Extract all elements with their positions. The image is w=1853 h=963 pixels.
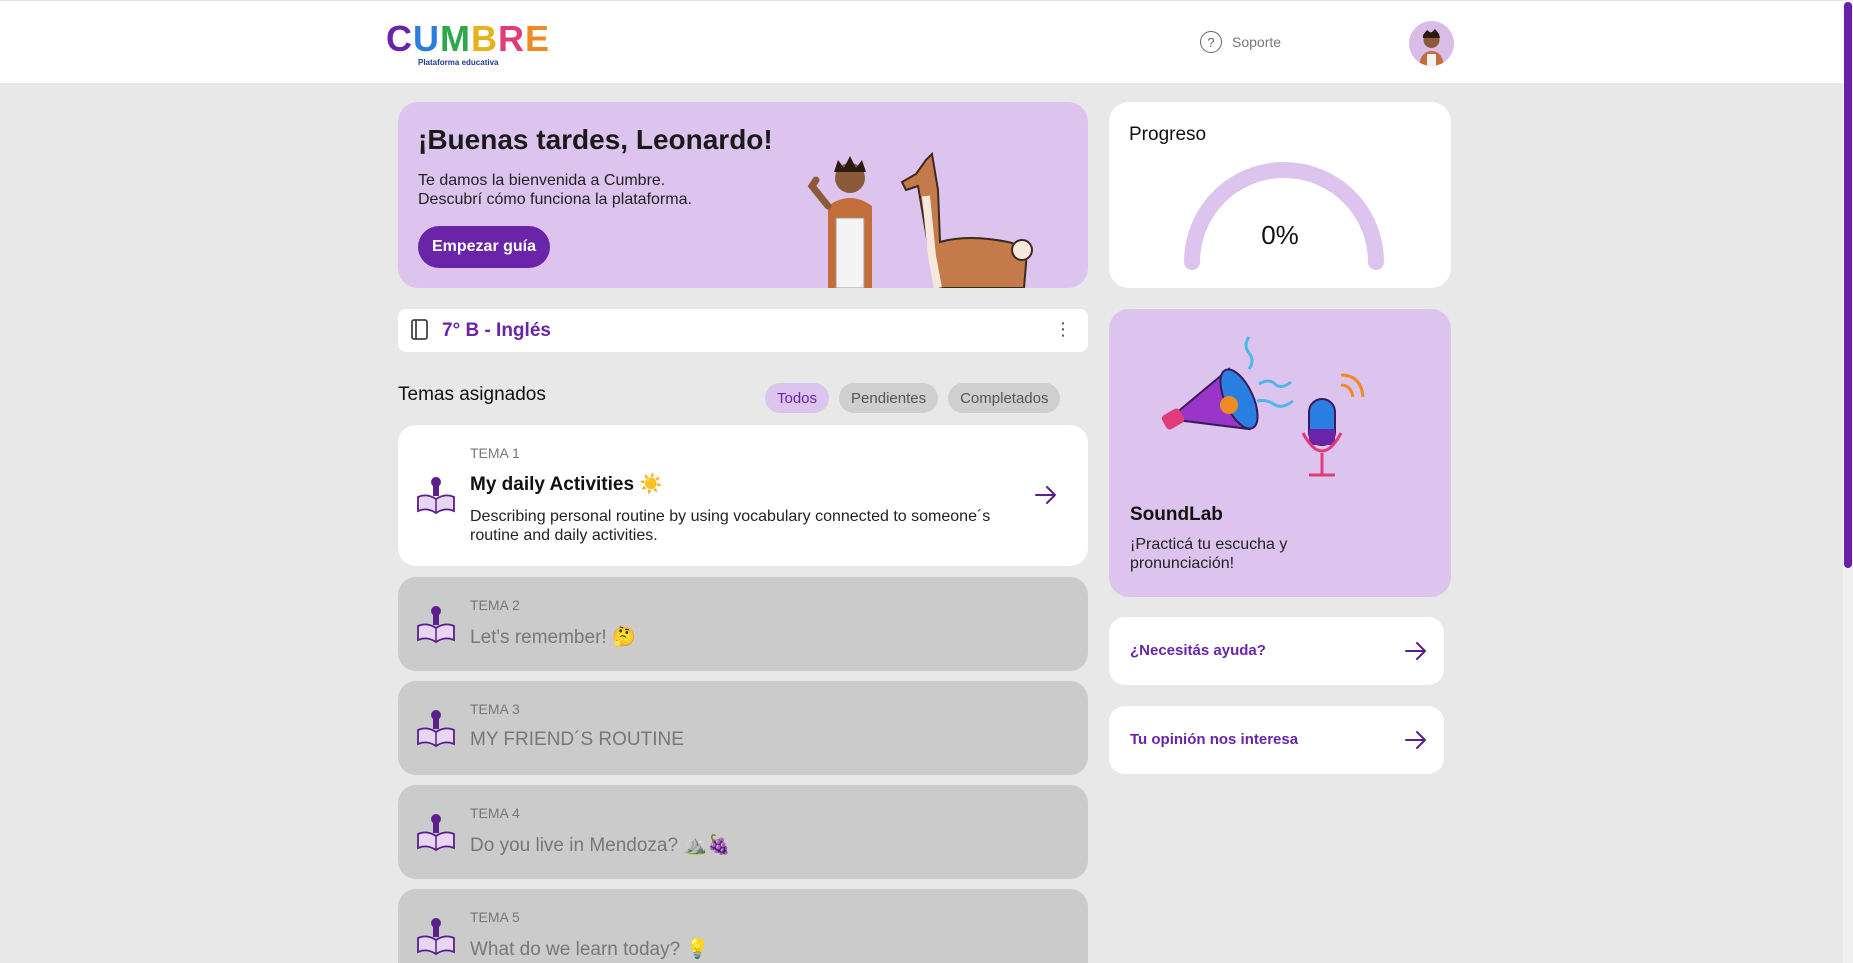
question-icon: ? <box>1200 31 1222 53</box>
logo-letter: E <box>525 18 551 59</box>
help-link-card[interactable]: ¿Necesitás ayuda? <box>1109 617 1444 685</box>
user-avatar-icon <box>1419 29 1444 66</box>
cumbre-logo[interactable]: C U M B R E Plataforma educativa <box>386 21 550 68</box>
filter-all[interactable]: Todos <box>765 383 830 413</box>
topic-card[interactable]: TEMA 2 Let's remember! 🤔 <box>398 577 1088 671</box>
reading-book-icon <box>417 710 455 748</box>
topic-card[interactable]: TEMA 4 Do you live in Mendoza? ⛰️🍇 <box>398 785 1088 879</box>
support-label: Soporte <box>1232 34 1282 50</box>
reading-book-icon <box>417 606 455 644</box>
megaphone-microphone-illustration <box>1161 336 1365 477</box>
topic-card[interactable]: TEMA 5 What do we learn today? 💡 <box>398 889 1088 963</box>
class-label: 7° B - Inglés <box>442 320 551 341</box>
more-options-icon[interactable]: ⋮ <box>1054 319 1072 340</box>
topic-number: TEMA 1 <box>470 445 520 461</box>
progress-title: Progreso <box>1129 124 1207 145</box>
welcome-text-2: Descubrí cómo funciona la plataforma. <box>418 191 692 208</box>
avatar[interactable] <box>1409 21 1454 66</box>
soundlab-text-2: pronunciación! <box>1130 555 1235 572</box>
topic-name: What do we learn today? 💡 <box>470 939 710 960</box>
top-bar: C U M B R E Plataforma educativa ? Sopor… <box>0 0 1843 83</box>
topic-number: TEMA 3 <box>470 701 520 717</box>
logo-letter: M <box>440 18 471 59</box>
arrow-right-icon <box>1405 642 1426 660</box>
help-link-label: ¿Necesitás ayuda? <box>1130 642 1266 659</box>
topic-description: Describing personal routine by using voc… <box>470 508 991 544</box>
scrollbar-thumb[interactable] <box>1844 2 1852 568</box>
welcome-illustration <box>807 151 1033 288</box>
start-guide-button[interactable]: Empezar guía <box>418 226 550 268</box>
reading-book-icon <box>417 918 455 956</box>
reading-book-icon <box>417 814 455 852</box>
book-icon <box>411 319 428 340</box>
logo-letter: R <box>498 18 525 59</box>
page-scrollbar[interactable] <box>1843 0 1853 963</box>
soundlab-card[interactable]: SoundLab ¡Practicá tu escucha y pronunci… <box>1109 309 1451 597</box>
logo-letter: B <box>471 18 498 59</box>
soundlab-text-1: ¡Practicá tu escucha y <box>1130 536 1288 553</box>
feedback-link-card[interactable]: Tu opinión nos interesa <box>1109 706 1444 774</box>
progress-card: Progreso 0% <box>1109 102 1451 288</box>
assigned-topics-title: Temas asignados <box>398 384 546 405</box>
logo-word: C U M B R E <box>386 21 550 57</box>
topic-name: MY FRIEND´S ROUTINE <box>470 729 684 750</box>
welcome-banner: ¡Buenas tardes, Leonardo! Te damos la bi… <box>398 102 1088 288</box>
topic-name: Do you live in Mendoza? ⛰️🍇 <box>470 835 731 856</box>
topic-name: Let's remember! 🤔 <box>470 627 636 648</box>
filter-pending[interactable]: Pendientes <box>839 383 939 413</box>
topic-card[interactable]: TEMA 3 MY FRIEND´S ROUTINE <box>398 681 1088 775</box>
logo-subtitle: Plataforma educativa <box>418 58 499 67</box>
welcome-text-1: Te damos la bienvenida a Cumbre. <box>418 172 666 189</box>
logo-letter: U <box>413 18 440 59</box>
progress-percentage: 0% <box>1261 220 1299 250</box>
filter-completed[interactable]: Completados <box>948 383 1061 413</box>
topic-card[interactable]: TEMA 1 My daily Activities ☀️ Describing… <box>398 425 1088 566</box>
class-selector[interactable]: 7° B - Inglés ⋮ <box>398 309 1088 352</box>
logo-letter: C <box>386 18 413 59</box>
feedback-link-label: Tu opinión nos interesa <box>1130 731 1299 748</box>
reading-book-icon <box>417 477 455 515</box>
arrow-right-icon[interactable] <box>1034 483 1058 507</box>
topic-number: TEMA 2 <box>470 597 520 613</box>
arrow-right-icon <box>1405 731 1426 749</box>
support-link[interactable]: ? Soporte <box>1200 31 1281 53</box>
topic-number: TEMA 4 <box>470 805 520 821</box>
progress-gauge <box>1184 162 1384 270</box>
topic-filters: Todos Pendientes Completados <box>765 383 1061 413</box>
welcome-title: ¡Buenas tardes, Leonardo! <box>418 124 773 155</box>
soundlab-title: SoundLab <box>1130 504 1223 525</box>
topic-name: My daily Activities ☀️ <box>470 474 663 495</box>
topic-number: TEMA 5 <box>470 909 520 925</box>
